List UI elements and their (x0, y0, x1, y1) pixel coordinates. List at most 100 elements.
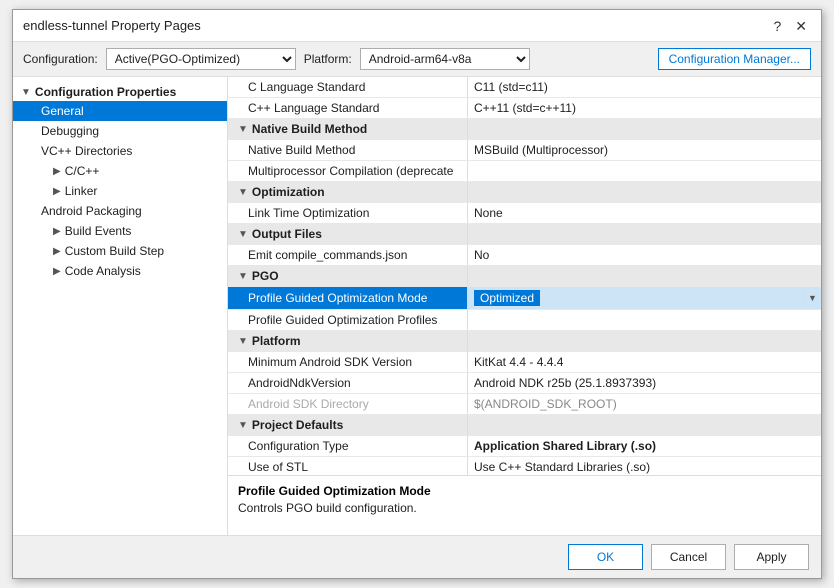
table-row: Multiprocessor Compilation (deprecate (228, 161, 821, 182)
prop-value (468, 266, 821, 286)
section-header-optimization: ▼Optimization (228, 182, 821, 203)
close-button[interactable]: ✕ (791, 19, 811, 33)
section-header-pgo: ▼PGO (228, 266, 821, 287)
pgo-mode-value: Optimized ▼ (468, 287, 821, 309)
prop-name: Native Build Method (228, 140, 468, 160)
section-triangle-icon: ▼ (238, 420, 248, 431)
properties-table: C Language Standard C11 (std=c11) C++ La… (228, 77, 821, 475)
section-header-output-files: ▼Output Files (228, 224, 821, 245)
prop-value (468, 415, 821, 435)
prop-value: KitKat 4.4 - 4.4.4 (468, 352, 821, 372)
prop-value: Use C++ Standard Libraries (.so) (468, 457, 821, 475)
prop-name: Link Time Optimization (228, 203, 468, 223)
title-controls: ? ✕ (769, 19, 811, 33)
sidebar-item-build-events[interactable]: ▶Build Events (13, 221, 227, 241)
prop-name: Android SDK Directory (228, 394, 468, 414)
content-area: ▼ Configuration Properties General Debug… (13, 77, 821, 535)
section-label: ▼PGO (228, 266, 468, 286)
prop-name: Minimum Android SDK Version (228, 352, 468, 372)
description-panel: Profile Guided Optimization Mode Control… (228, 475, 821, 535)
table-row: Android SDK Directory $(ANDROID_SDK_ROOT… (228, 394, 821, 415)
sidebar-item-custom-build-step[interactable]: ▶Custom Build Step (13, 241, 227, 261)
prop-value: C11 (std=c11) (468, 77, 821, 97)
prop-name: Emit compile_commands.json (228, 245, 468, 265)
description-text: Controls PGO build configuration. (238, 501, 811, 515)
section-label: ▼Native Build Method (228, 119, 468, 139)
prop-name: Profile Guided Optimization Profiles (228, 310, 468, 330)
table-row: Native Build Method MSBuild (Multiproces… (228, 140, 821, 161)
sidebar-item-cpp[interactable]: ▶C/C++ (13, 161, 227, 181)
prop-name: Multiprocessor Compilation (deprecate (228, 161, 468, 181)
help-button[interactable]: ? (769, 19, 785, 33)
table-row: Configuration Type Application Shared Li… (228, 436, 821, 457)
cancel-button[interactable]: Cancel (651, 544, 726, 570)
prop-value: Application Shared Library (.so) (468, 436, 821, 456)
main-panel: C Language Standard C11 (std=c11) C++ La… (228, 77, 821, 535)
configuration-select[interactable]: Active(PGO-Optimized) (106, 48, 296, 70)
ok-button[interactable]: OK (568, 544, 643, 570)
dialog-title: endless-tunnel Property Pages (23, 18, 201, 33)
sidebar-item-code-analysis[interactable]: ▶Code Analysis (13, 261, 227, 281)
prop-name: C++ Language Standard (228, 98, 468, 118)
title-bar: endless-tunnel Property Pages ? ✕ (13, 10, 821, 42)
config-properties-group: ▼ Configuration Properties General Debug… (13, 81, 227, 283)
bottom-buttons: OK Cancel Apply (13, 535, 821, 578)
section-header-project-defaults: ▼Project Defaults (228, 415, 821, 436)
build-events-arrow-icon: ▶ (53, 226, 61, 237)
config-properties-header[interactable]: ▼ Configuration Properties (13, 83, 227, 101)
config-manager-button[interactable]: Configuration Manager... (658, 48, 811, 70)
prop-value (468, 182, 821, 202)
table-row: Minimum Android SDK Version KitKat 4.4 -… (228, 352, 821, 373)
code-analysis-arrow-icon: ▶ (53, 266, 61, 277)
section-label: ▼Optimization (228, 182, 468, 202)
table-row: Use of STL Use C++ Standard Libraries (.… (228, 457, 821, 475)
section-label: ▼Project Defaults (228, 415, 468, 435)
prop-value: No (468, 245, 821, 265)
property-pages-dialog: endless-tunnel Property Pages ? ✕ Config… (12, 9, 822, 579)
section-triangle-icon: ▼ (238, 124, 248, 135)
group-label: Configuration Properties (35, 85, 176, 99)
section-triangle-icon: ▼ (238, 336, 248, 347)
prop-name: C Language Standard (228, 77, 468, 97)
prop-value (468, 161, 821, 181)
apply-button[interactable]: Apply (734, 544, 809, 570)
optimized-badge: Optimized (474, 290, 540, 306)
prop-name: Configuration Type (228, 436, 468, 456)
prop-value (468, 310, 821, 330)
section-label: ▼Platform (228, 331, 468, 351)
table-row: AndroidNdkVersion Android NDK r25b (25.1… (228, 373, 821, 394)
sidebar-item-general[interactable]: General (13, 101, 227, 121)
sidebar: ▼ Configuration Properties General Debug… (13, 77, 228, 535)
sidebar-item-debugging[interactable]: Debugging (13, 121, 227, 141)
cpp-arrow-icon: ▶ (53, 166, 61, 177)
sidebar-item-android-packaging[interactable]: Android Packaging (13, 201, 227, 221)
sidebar-item-linker[interactable]: ▶Linker (13, 181, 227, 201)
prop-value: $(ANDROID_SDK_ROOT) (468, 394, 821, 414)
prop-value: C++11 (std=c++11) (468, 98, 821, 118)
table-row: Profile Guided Optimization Profiles (228, 310, 821, 331)
prop-value (468, 224, 821, 244)
toolbar: Configuration: Active(PGO-Optimized) Pla… (13, 42, 821, 77)
table-row-pgo-mode[interactable]: Profile Guided Optimization Mode Optimiz… (228, 287, 821, 310)
pgo-dropdown-arrow[interactable]: ▼ (803, 287, 821, 309)
prop-value: None (468, 203, 821, 223)
pgo-mode-name: Profile Guided Optimization Mode (228, 287, 468, 309)
config-label: Configuration: (23, 52, 98, 66)
platform-label: Platform: (304, 52, 352, 66)
platform-select[interactable]: Android-arm64-v8a (360, 48, 530, 70)
prop-value (468, 119, 821, 139)
prop-value: MSBuild (Multiprocessor) (468, 140, 821, 160)
linker-arrow-icon: ▶ (53, 186, 61, 197)
prop-value: Android NDK r25b (25.1.8937393) (468, 373, 821, 393)
section-label: ▼Output Files (228, 224, 468, 244)
sidebar-item-vc-dirs[interactable]: VC++ Directories (13, 141, 227, 161)
description-title: Profile Guided Optimization Mode (238, 484, 811, 498)
section-triangle-icon: ▼ (238, 271, 248, 282)
table-row: Emit compile_commands.json No (228, 245, 821, 266)
prop-name: AndroidNdkVersion (228, 373, 468, 393)
table-row: C Language Standard C11 (std=c11) (228, 77, 821, 98)
group-triangle-icon: ▼ (21, 87, 31, 98)
section-triangle-icon: ▼ (238, 229, 248, 240)
table-row: Link Time Optimization None (228, 203, 821, 224)
section-header-platform: ▼Platform (228, 331, 821, 352)
